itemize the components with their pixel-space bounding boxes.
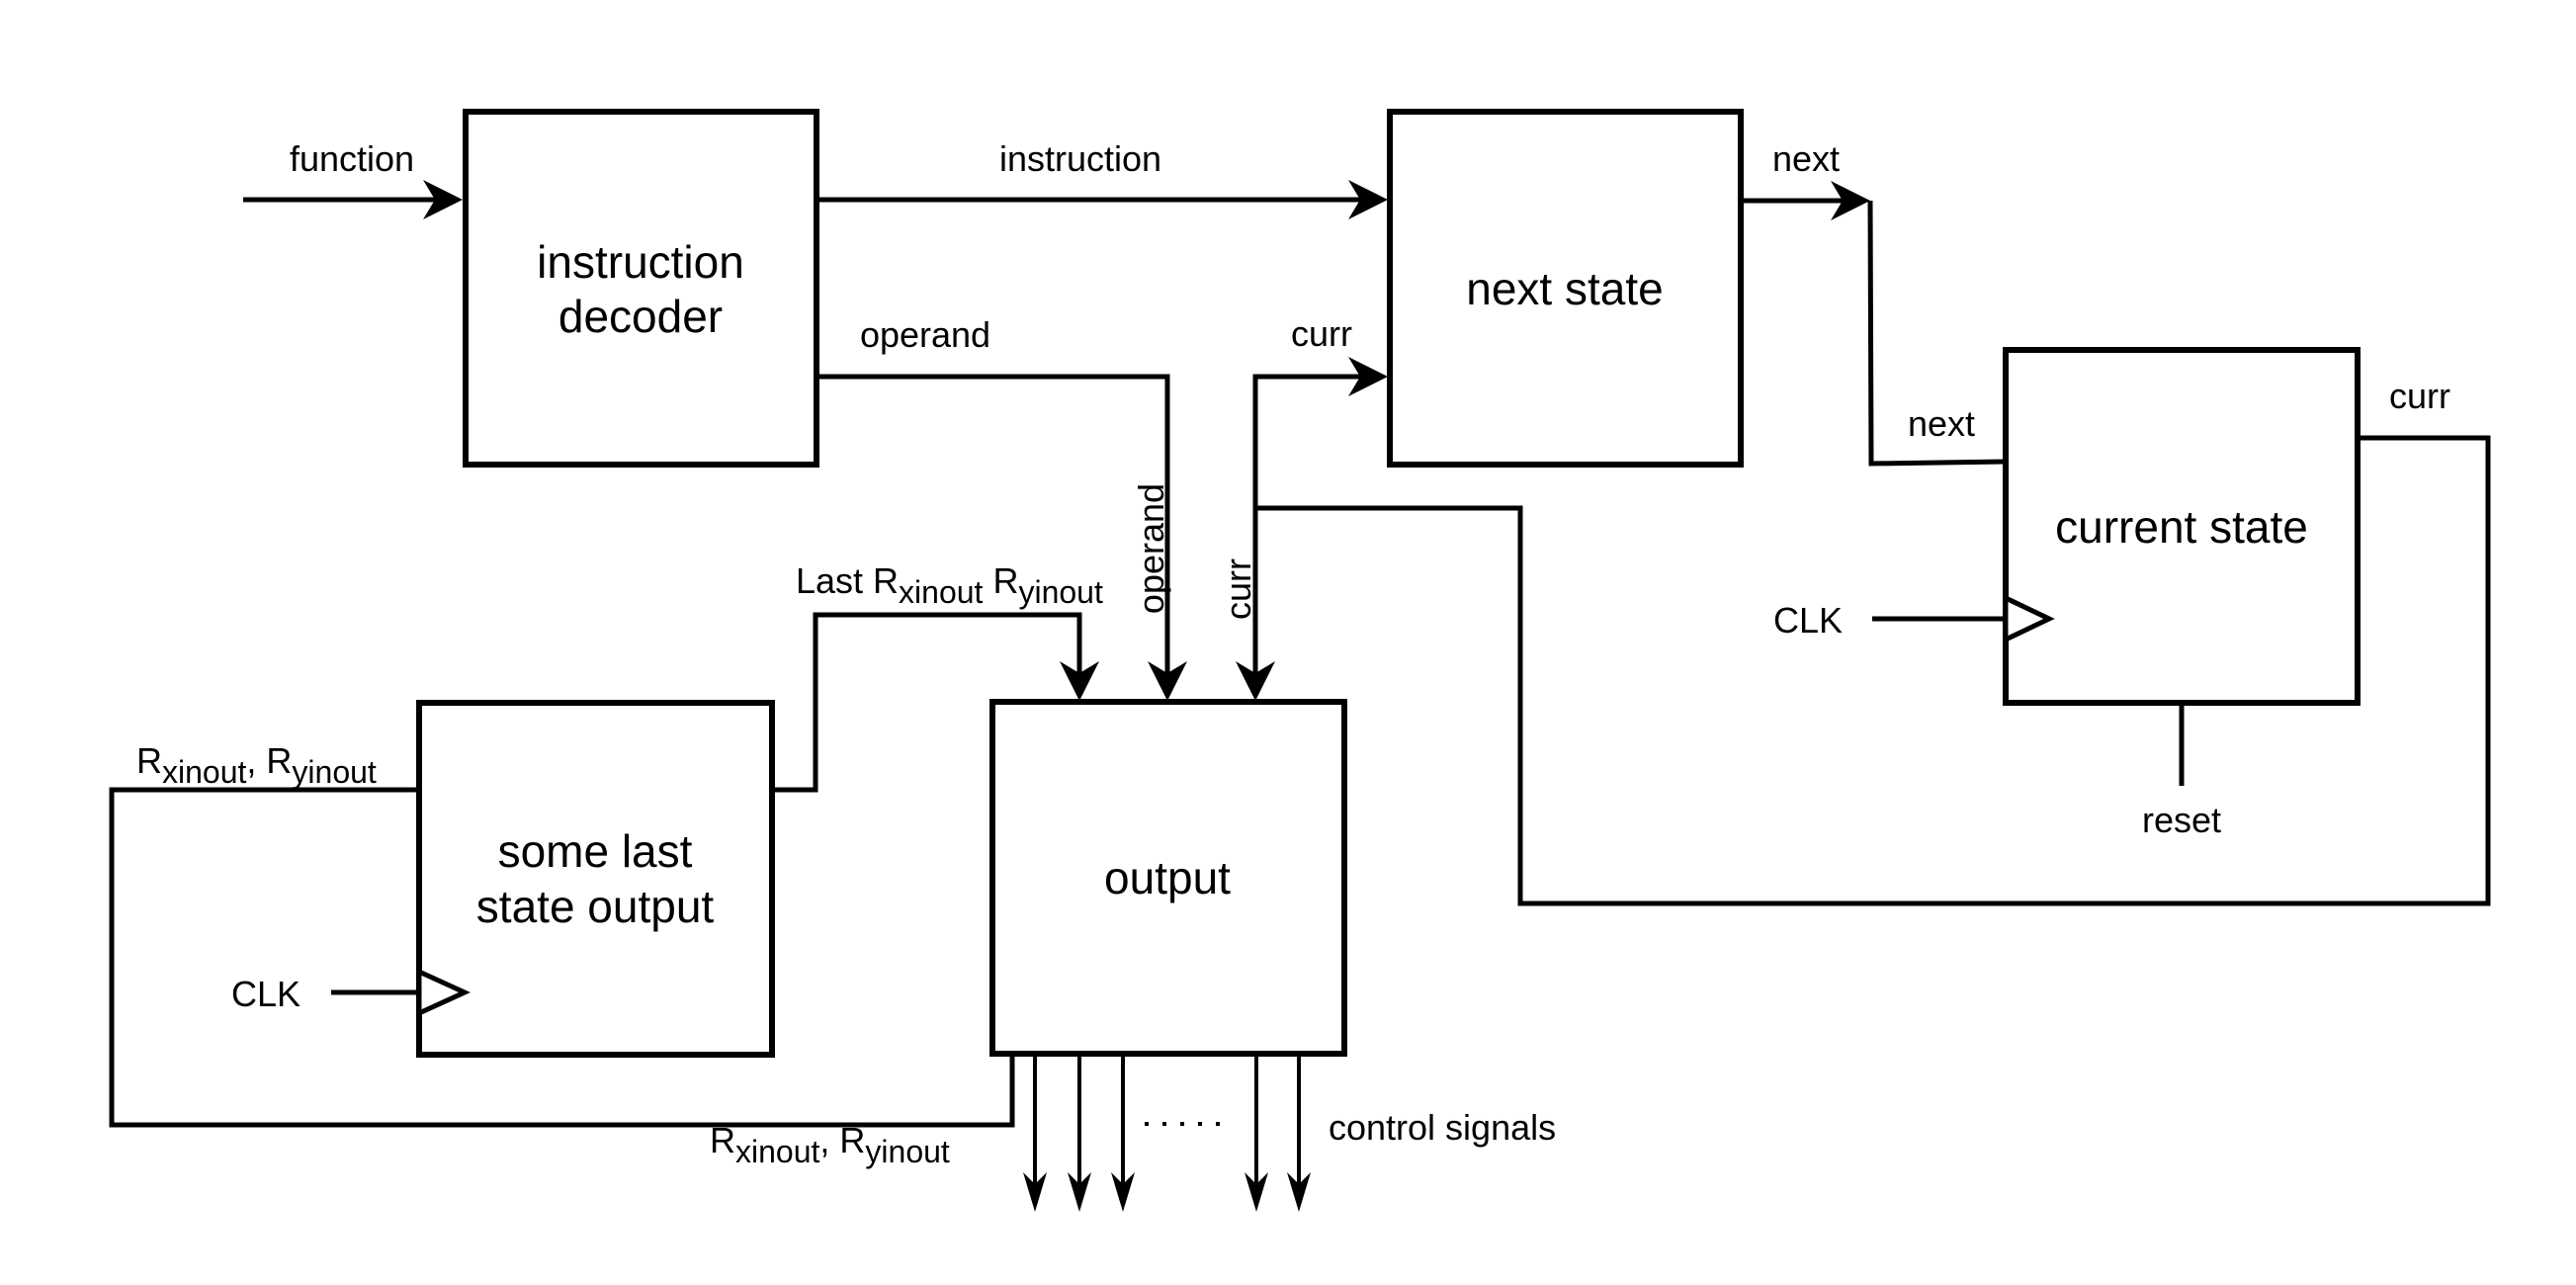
last-rxy-label: Last Rxinout Ryinout — [796, 560, 1103, 610]
r-main: R — [839, 1120, 865, 1160]
clk-label: CLK — [231, 974, 301, 1014]
function-signal: function — [243, 138, 463, 219]
separator: , — [819, 1120, 839, 1160]
last-state-output-box — [416, 700, 775, 1058]
ellipsis-dot — [1180, 1122, 1184, 1126]
instruction-decoder-block: instruction decoder — [463, 109, 819, 468]
next-out-label: next — [1772, 138, 1840, 179]
clk-label: CLK — [1773, 600, 1843, 641]
instruction-signal: instruction — [816, 138, 1388, 219]
ellipsis-dot — [1145, 1122, 1149, 1126]
r-main: R — [873, 560, 899, 601]
ellipsis-dot — [1216, 1122, 1220, 1126]
control-signals-label: control signals — [1329, 1107, 1556, 1148]
next-in-label: next — [1908, 403, 1975, 444]
reset-label: reset — [2142, 800, 2221, 840]
r-main: R — [710, 1120, 735, 1160]
instruction-decoder-box — [463, 109, 819, 468]
xinout-sub: xinout — [899, 574, 984, 610]
yinout-sub: yinout — [1018, 574, 1103, 610]
function-label: function — [290, 138, 414, 179]
operand-vertical-label: operand — [1131, 483, 1171, 614]
operand-label: operand — [860, 314, 990, 355]
reset-signal: reset — [2142, 703, 2221, 840]
space — [983, 560, 992, 601]
output-block: output — [989, 699, 1347, 1057]
r-main: R — [266, 740, 292, 781]
next-state-block: next state — [1387, 109, 1744, 468]
fsm-block-diagram: instruction decoder next state current s… — [109, 109, 2491, 1212]
last-state-output-label-line1: some last — [498, 825, 693, 877]
current-state-block: current state — [2003, 347, 2361, 706]
output-label: output — [1104, 852, 1231, 903]
curr-to-next-state-label: curr — [1291, 313, 1352, 354]
xinout-sub: xinout — [162, 754, 247, 790]
operand-wire — [816, 374, 1170, 674]
clk-last-state-signal: CLK — [231, 974, 419, 1014]
yinout-sub: yinout — [292, 754, 377, 790]
curr-out-label: curr — [2389, 376, 2450, 416]
yinout-sub: yinout — [865, 1134, 950, 1169]
ellipsis-dot — [1162, 1122, 1166, 1126]
last-state-output-label-line2: state output — [476, 881, 715, 932]
last-prefix: Last — [796, 560, 873, 601]
rxy-top-label: Rxinout, Ryinout — [136, 740, 377, 790]
operand-signal: operand operand — [816, 314, 1187, 701]
separator: , — [246, 740, 266, 781]
xinout-sub: xinout — [735, 1134, 820, 1169]
r-main: R — [136, 740, 162, 781]
next-signal: next next — [1741, 138, 2007, 467]
r-main: R — [992, 560, 1018, 601]
next-state-label: next state — [1466, 263, 1663, 314]
curr-branch-wire — [1252, 374, 1360, 674]
clk-current-state-signal: CLK — [1773, 600, 2006, 641]
ellipsis-dots — [1145, 1122, 1220, 1126]
curr-vertical-label: curr — [1218, 558, 1258, 620]
instruction-decoder-label-line1: instruction — [537, 236, 744, 288]
control-signals-group: control signals — [1023, 1054, 1556, 1212]
instruction-decoder-label-line2: decoder — [558, 291, 723, 342]
current-state-label: current state — [2055, 501, 2308, 553]
last-state-output-block: some last state output — [416, 700, 775, 1058]
instruction-label: instruction — [999, 138, 1161, 179]
ellipsis-dot — [1198, 1122, 1202, 1126]
